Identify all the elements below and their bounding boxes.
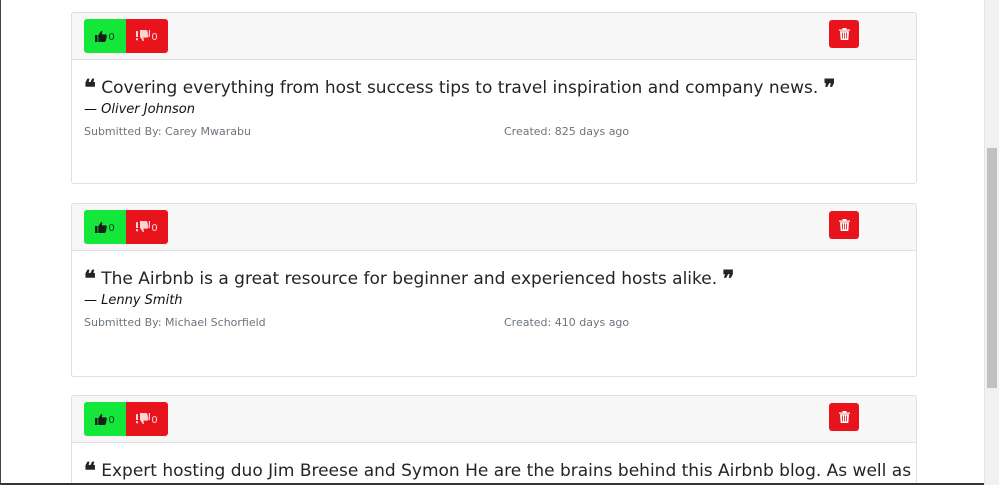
upvote-count: 0 <box>108 415 115 426</box>
upvote-count: 0 <box>108 32 115 43</box>
quote-left-icon: ❝ <box>84 266 96 292</box>
downvote-button[interactable]: 0 <box>126 210 168 244</box>
scrollbar-thumb[interactable] <box>987 148 997 388</box>
quote-card-header: 0 0 <box>72 204 916 251</box>
upvote-count: 0 <box>108 223 115 234</box>
quote-text: ❝ Expert hosting duo Jim Breese and Symo… <box>84 457 911 484</box>
thumbs-down-icon <box>136 29 151 43</box>
downvote-count: 0 <box>151 223 158 234</box>
upvote-button[interactable]: 0 <box>84 210 126 244</box>
quote-card-body: ❝ Expert hosting duo Jim Breese and Symo… <box>72 443 916 483</box>
submitted-by: Submitted By: Michael Schorfield <box>84 316 266 329</box>
quote-author: — Oliver Johnson <box>84 102 195 117</box>
trash-icon <box>838 216 850 235</box>
downvote-count: 0 <box>151 32 158 43</box>
quote-author: — Lenny Smith <box>84 293 183 308</box>
quotes-page: 0 0 ❝ Covering everything from host succ… <box>0 0 985 485</box>
downvote-button[interactable]: 0 <box>126 19 168 53</box>
thumbs-up-icon <box>95 413 108 425</box>
quote-card: 0 0 ❝ Covering everything from host succ… <box>71 12 917 184</box>
delete-button[interactable] <box>829 211 859 239</box>
quote-meta: Submitted By: Michael Schorfield Created… <box>84 316 904 336</box>
thumbs-down-icon <box>136 220 151 234</box>
quote-left-icon: ❝ <box>84 458 96 484</box>
quote-card-body: ❝ Covering everything from host success … <box>72 60 916 145</box>
upvote-button[interactable]: 0 <box>84 402 126 436</box>
quote-card-header: 0 0 <box>72 13 916 60</box>
quote-left-icon: ❝ <box>84 75 96 101</box>
quote-meta: Submitted By: Carey Mwarabu Created: 825… <box>84 125 904 145</box>
quote-card-header: 0 0 <box>72 396 916 443</box>
downvote-count: 0 <box>151 415 158 426</box>
quote-text: ❝ Covering everything from host success … <box>84 74 904 100</box>
quote-text-content: Covering everything from host success ti… <box>101 78 819 98</box>
quote-card: 0 0 ❝ Expert hosting duo Jim Breese and … <box>71 395 917 483</box>
delete-button[interactable] <box>829 20 859 48</box>
created-date: Created: 825 days ago <box>504 125 630 138</box>
quote-text-content: Expert hosting duo Jim Breese and Symon … <box>101 461 912 481</box>
downvote-button[interactable]: 0 <box>126 402 168 436</box>
submitted-by: Submitted By: Carey Mwarabu <box>84 125 251 138</box>
upvote-button[interactable]: 0 <box>84 19 126 53</box>
trash-icon <box>838 25 850 44</box>
trash-icon <box>838 408 850 427</box>
delete-button[interactable] <box>829 403 859 431</box>
quote-right-icon: ❞ <box>722 266 735 292</box>
thumbs-up-icon <box>95 30 108 42</box>
quote-text: ❝ The Airbnb is a great resource for beg… <box>84 265 904 291</box>
created-date: Created: 410 days ago <box>504 316 630 329</box>
thumbs-down-icon <box>136 412 151 426</box>
quote-card: 0 0 ❝ The Airbnb is a great resource for… <box>71 203 917 377</box>
thumbs-up-icon <box>95 221 108 233</box>
vertical-scrollbar[interactable] <box>984 0 999 485</box>
quote-text-content: The Airbnb is a great resource for begin… <box>101 269 718 289</box>
quote-card-body: ❝ The Airbnb is a great resource for beg… <box>72 251 916 336</box>
quote-right-icon: ❞ <box>823 75 836 101</box>
